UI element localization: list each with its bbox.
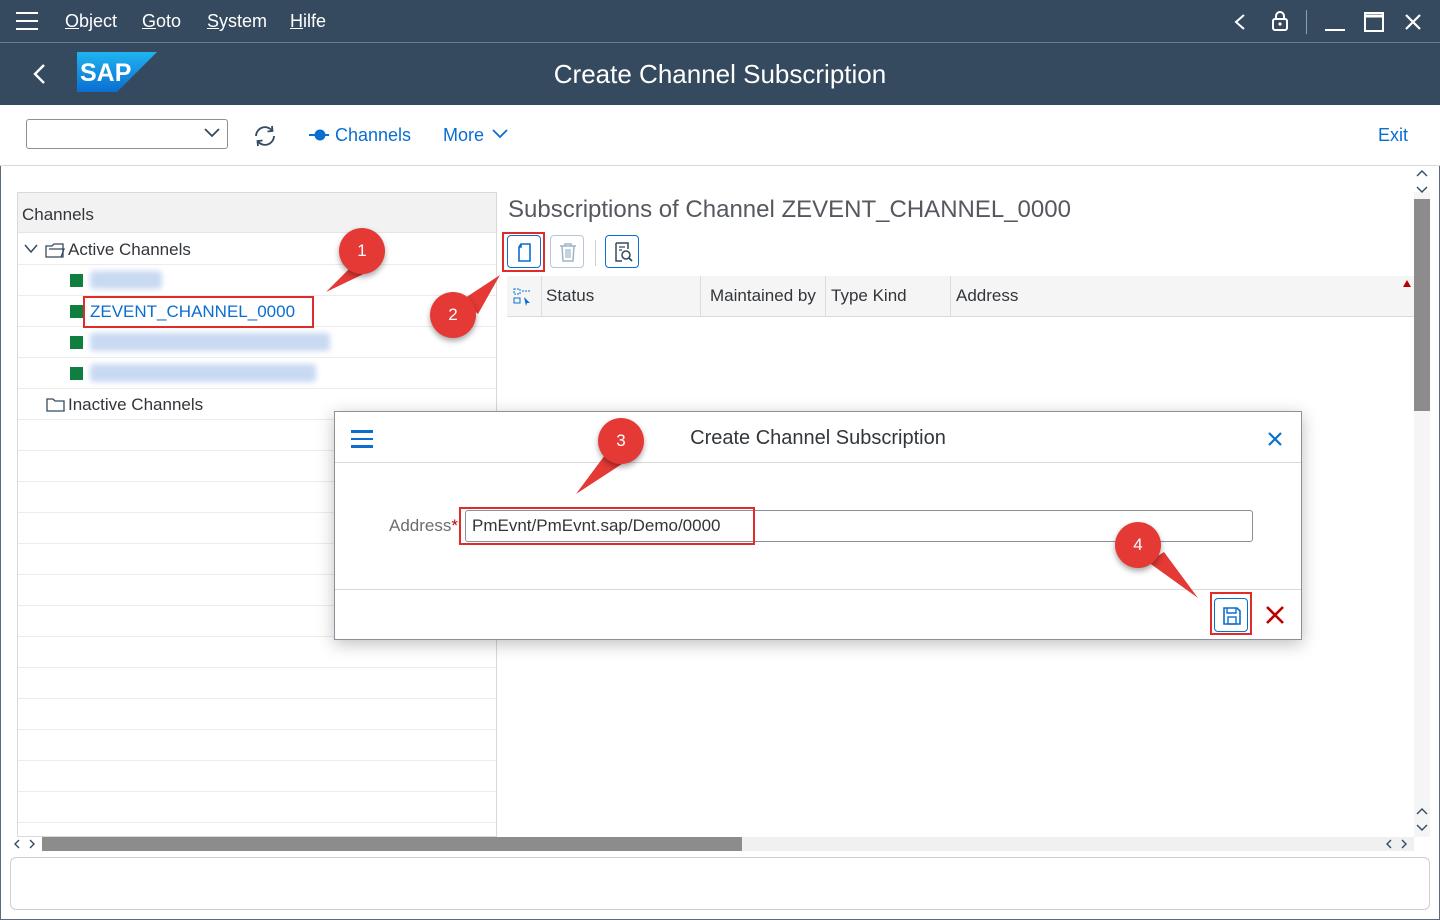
- step-badge-1: 1: [339, 228, 385, 274]
- step-badge-3: 3: [598, 418, 644, 464]
- menubar-divider: [1306, 10, 1307, 34]
- dialog-title: Create Channel Subscription: [690, 427, 946, 449]
- subscriptions-grid-header: Status Maintained by Type Kind Address: [507, 276, 1414, 317]
- search-document-icon: [615, 242, 633, 262]
- tree-empty-row: [18, 730, 496, 761]
- close-window-icon[interactable]: [1404, 13, 1422, 31]
- hamburger-menu-icon[interactable]: [16, 12, 38, 30]
- minimize-icon[interactable]: [1324, 12, 1346, 32]
- page-title: Create Channel Subscription: [553, 59, 887, 89]
- column-type-kind[interactable]: Type Kind: [831, 286, 907, 306]
- select-all-icon[interactable]: [513, 288, 533, 306]
- step-badge-4: 4: [1115, 522, 1161, 568]
- menu-hilfe[interactable]: Hilfe: [290, 11, 326, 32]
- column-status[interactable]: Status: [546, 286, 594, 306]
- scroll-down-icon[interactable]: [1415, 806, 1429, 832]
- redacted-channel-name: [90, 271, 162, 289]
- highlight-selected-channel: [83, 296, 314, 328]
- lock-icon[interactable]: [1271, 10, 1289, 32]
- display-subscription-button[interactable]: [605, 235, 639, 268]
- tree-item-channel[interactable]: [18, 265, 496, 296]
- status-bar: [10, 857, 1430, 910]
- menu-bar: Object Goto System Hilfe: [0, 0, 1440, 43]
- tree-node-active[interactable]: Active Channels: [18, 234, 496, 265]
- tree-item-channel[interactable]: [18, 327, 496, 358]
- more-button[interactable]: More: [443, 125, 484, 146]
- required-marker: *: [451, 516, 458, 535]
- refresh-icon[interactable]: [252, 123, 278, 149]
- exit-button[interactable]: Exit: [1378, 125, 1408, 146]
- tree-empty-row: [18, 668, 496, 699]
- active-status-icon: [70, 336, 83, 349]
- column-separator: [825, 276, 826, 317]
- active-channels-label: Active Channels: [68, 240, 191, 259]
- tree-item-channel[interactable]: [18, 358, 496, 389]
- trash-icon: [560, 243, 576, 262]
- tree-empty-row: [18, 699, 496, 730]
- toolbar: Channels More Exit: [0, 105, 1440, 166]
- scroll-right-icon[interactable]: [1384, 838, 1410, 850]
- tree-header: Channels: [18, 193, 496, 233]
- dialog-close-icon[interactable]: [1267, 431, 1283, 447]
- step-badge-2: 2: [430, 292, 476, 338]
- address-label-text: Address: [389, 516, 452, 535]
- highlight-create-button: [502, 232, 545, 272]
- delete-subscription-button[interactable]: [550, 235, 584, 268]
- scroll-left-icon[interactable]: [12, 838, 38, 850]
- tree-empty-row: [18, 761, 496, 792]
- column-separator: [541, 276, 542, 317]
- column-separator: [950, 276, 951, 317]
- inactive-channels-label: Inactive Channels: [68, 395, 204, 414]
- toolbar-divider: [595, 240, 596, 266]
- menu-system[interactable]: System: [207, 11, 267, 32]
- sort-indicator-icon: [1403, 280, 1411, 287]
- dialog-footer: [335, 589, 1301, 639]
- active-status-icon: [70, 367, 83, 380]
- redacted-channel-name: [90, 333, 330, 351]
- chevron-down-icon: [204, 128, 220, 138]
- active-status-icon: [70, 274, 83, 287]
- shell-header: SAP Create Channel Subscription: [0, 43, 1440, 105]
- command-field-select[interactable]: [26, 119, 228, 149]
- column-maintained-by[interactable]: Maintained by: [710, 286, 816, 306]
- scroll-up-icon[interactable]: [1415, 168, 1429, 194]
- collapse-chevron-icon[interactable]: [1233, 13, 1247, 31]
- highlight-address-input: [459, 507, 755, 545]
- maximize-icon[interactable]: [1364, 12, 1384, 32]
- address-label: Address*: [389, 516, 458, 536]
- cancel-icon[interactable]: [1265, 605, 1285, 625]
- active-status-icon: [70, 305, 83, 318]
- folder-icon: [46, 398, 65, 412]
- column-address[interactable]: Address: [956, 286, 1018, 306]
- tree-header-label: Channels: [22, 205, 94, 224]
- channels-button[interactable]: Channels: [335, 125, 411, 146]
- vertical-scroll-thumb[interactable]: [1414, 199, 1430, 411]
- channels-icon: [309, 129, 329, 141]
- subscriptions-title: Subscriptions of Channel ZEVENT_CHANNEL_…: [508, 196, 1071, 223]
- redacted-channel-name: [90, 364, 316, 382]
- menu-goto[interactable]: Goto: [142, 11, 181, 32]
- highlight-save-button: [1210, 592, 1252, 635]
- expand-chevron-icon[interactable]: [24, 244, 38, 254]
- tree-empty-row: [18, 792, 496, 823]
- more-chevron-icon: [492, 129, 508, 139]
- dialog-header: Create Channel Subscription: [335, 412, 1301, 463]
- open-folder-icon: [45, 243, 65, 258]
- menu-object[interactable]: Object: [65, 11, 117, 32]
- column-separator: [700, 276, 701, 317]
- horizontal-scroll-thumb[interactable]: [42, 837, 742, 851]
- tree-empty-row: [18, 637, 496, 668]
